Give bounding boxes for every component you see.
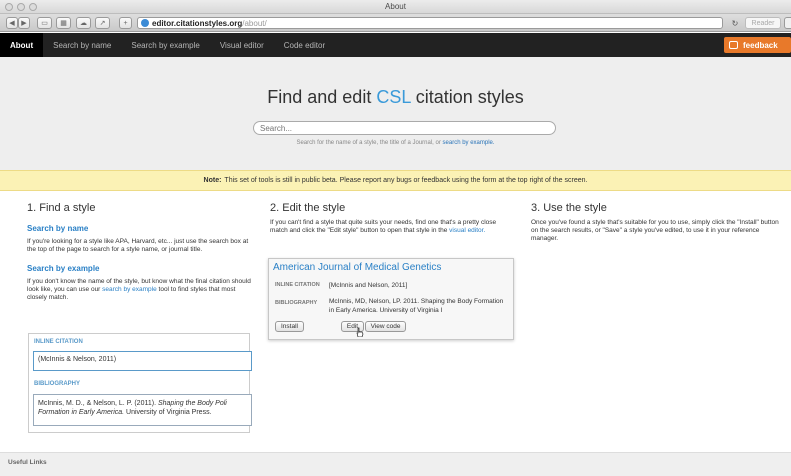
browser-toolbar: ◀ ▶ ▭ ▦ ☁ ↗ + editor.citationstyles.org … <box>0 14 791 32</box>
useful-links-label: Useful Links <box>8 459 47 466</box>
inline-citation-row: INLINE CITATION [McInnis and Nelson, 201… <box>275 282 407 289</box>
use-style-column: 3. Use the style Once you've found a sty… <box>531 202 783 243</box>
example-citation-panel: INLINE CITATION (McInnis & Nelson, 2011)… <box>28 333 252 433</box>
use-style-heading: 3. Use the style <box>531 202 607 214</box>
view-code-button[interactable]: View code <box>365 321 406 332</box>
sidebar-toggle-icon[interactable] <box>784 17 791 29</box>
cloud-icon[interactable]: ☁ <box>76 17 91 29</box>
tab-search-by-name[interactable]: Search by name <box>43 33 121 57</box>
feedback-label: feedback <box>743 40 778 50</box>
install-button[interactable]: Install <box>275 321 304 332</box>
site-globe-icon <box>141 19 149 27</box>
edit-style-text: If you can't find a style that quite sui… <box>270 219 497 234</box>
bibliography-label: BIBLIOGRAPHY <box>34 381 81 387</box>
search-by-example-link[interactable]: search by example. <box>443 140 495 146</box>
window-title: About <box>385 2 406 11</box>
tab-code-editor[interactable]: Code editor <box>274 33 335 57</box>
bibliography-row: BIBLIOGRAPHY McInnis, MD, Nelson, LP. 20… <box>275 297 513 315</box>
url-path: /about/ <box>242 18 267 28</box>
bibliography-input[interactable]: McInnis, M. D., & Nelson, L. P. (2011). … <box>33 394 252 426</box>
search-hint: Search for the name of a style, the titl… <box>296 140 495 146</box>
find-style-column: 1. Find a style Search by name If you're… <box>27 202 252 302</box>
beta-note: Note: This set of tools is still in publ… <box>0 170 791 191</box>
address-bar[interactable]: editor.citationstyles.org /about/ <box>137 17 723 29</box>
search-by-example-heading[interactable]: Search by example <box>27 264 252 273</box>
share-icon[interactable]: ↗ <box>95 17 110 29</box>
style-result-card: American Journal of Medical Genetics INL… <box>268 258 514 340</box>
hero-section: Find and edit CSL citation styles Search… <box>0 57 791 170</box>
style-result-title[interactable]: American Journal of Medical Genetics <box>273 262 441 273</box>
note-text: This set of tools is still in public bet… <box>224 177 588 184</box>
search-input[interactable] <box>253 121 556 135</box>
tab-search-by-example[interactable]: Search by example <box>121 33 209 57</box>
edit-style-heading: 2. Edit the style <box>270 202 346 214</box>
topsites-icon[interactable]: ▦ <box>56 17 71 29</box>
note-label: Note: <box>203 177 222 184</box>
search-by-name-text: If you're looking for a style like APA, … <box>27 238 249 253</box>
inline-citation-value: [McInnis and Nelson, 2011] <box>329 282 408 289</box>
site-nav: About Search by name Search by example V… <box>0 33 791 57</box>
tab-about[interactable]: About <box>0 33 44 57</box>
page-title: Find and edit CSL citation styles <box>267 87 524 107</box>
url-host: editor.citationstyles.org <box>152 18 243 28</box>
bookmarks-icon[interactable]: ▭ <box>37 17 52 29</box>
inline-citation-label: INLINE CITATION <box>34 339 83 345</box>
hand-cursor-icon <box>356 327 364 338</box>
inline-citation-input[interactable]: (McInnis & Nelson, 2011) <box>33 351 252 371</box>
bibliography-value: McInnis, MD, Nelson, LP. 2011. Shaping t… <box>329 298 504 314</box>
search-by-example-inline-link[interactable]: search by example <box>102 286 157 293</box>
reader-button[interactable]: Reader <box>745 17 781 29</box>
csl-accent: CSL <box>376 87 411 107</box>
feedback-button[interactable]: feedback <box>724 37 791 53</box>
search-by-name-heading[interactable]: Search by name <box>27 224 252 233</box>
forward-icon[interactable]: ▶ <box>18 17 30 29</box>
reload-icon[interactable]: ↻ <box>729 17 741 29</box>
speech-bubble-icon <box>729 41 738 49</box>
new-tab-icon[interactable]: + <box>119 17 132 29</box>
edit-style-column: 2. Edit the style If you can't find a st… <box>270 202 515 235</box>
find-style-heading: 1. Find a style <box>27 202 96 214</box>
tab-visual-editor[interactable]: Visual editor <box>210 33 274 57</box>
search-by-example-text: If you don't know the name of the style,… <box>27 278 251 301</box>
back-icon[interactable]: ◀ <box>6 17 18 29</box>
bibliography-key: BIBLIOGRAPHY <box>275 300 318 306</box>
window-titlebar: About <box>0 0 791 14</box>
footer: Useful Links <box>0 452 791 476</box>
inline-citation-key: INLINE CITATION <box>275 282 320 288</box>
visual-editor-link[interactable]: visual editor. <box>449 227 485 234</box>
use-style-text: Once you've found a style that's suitabl… <box>531 219 779 242</box>
